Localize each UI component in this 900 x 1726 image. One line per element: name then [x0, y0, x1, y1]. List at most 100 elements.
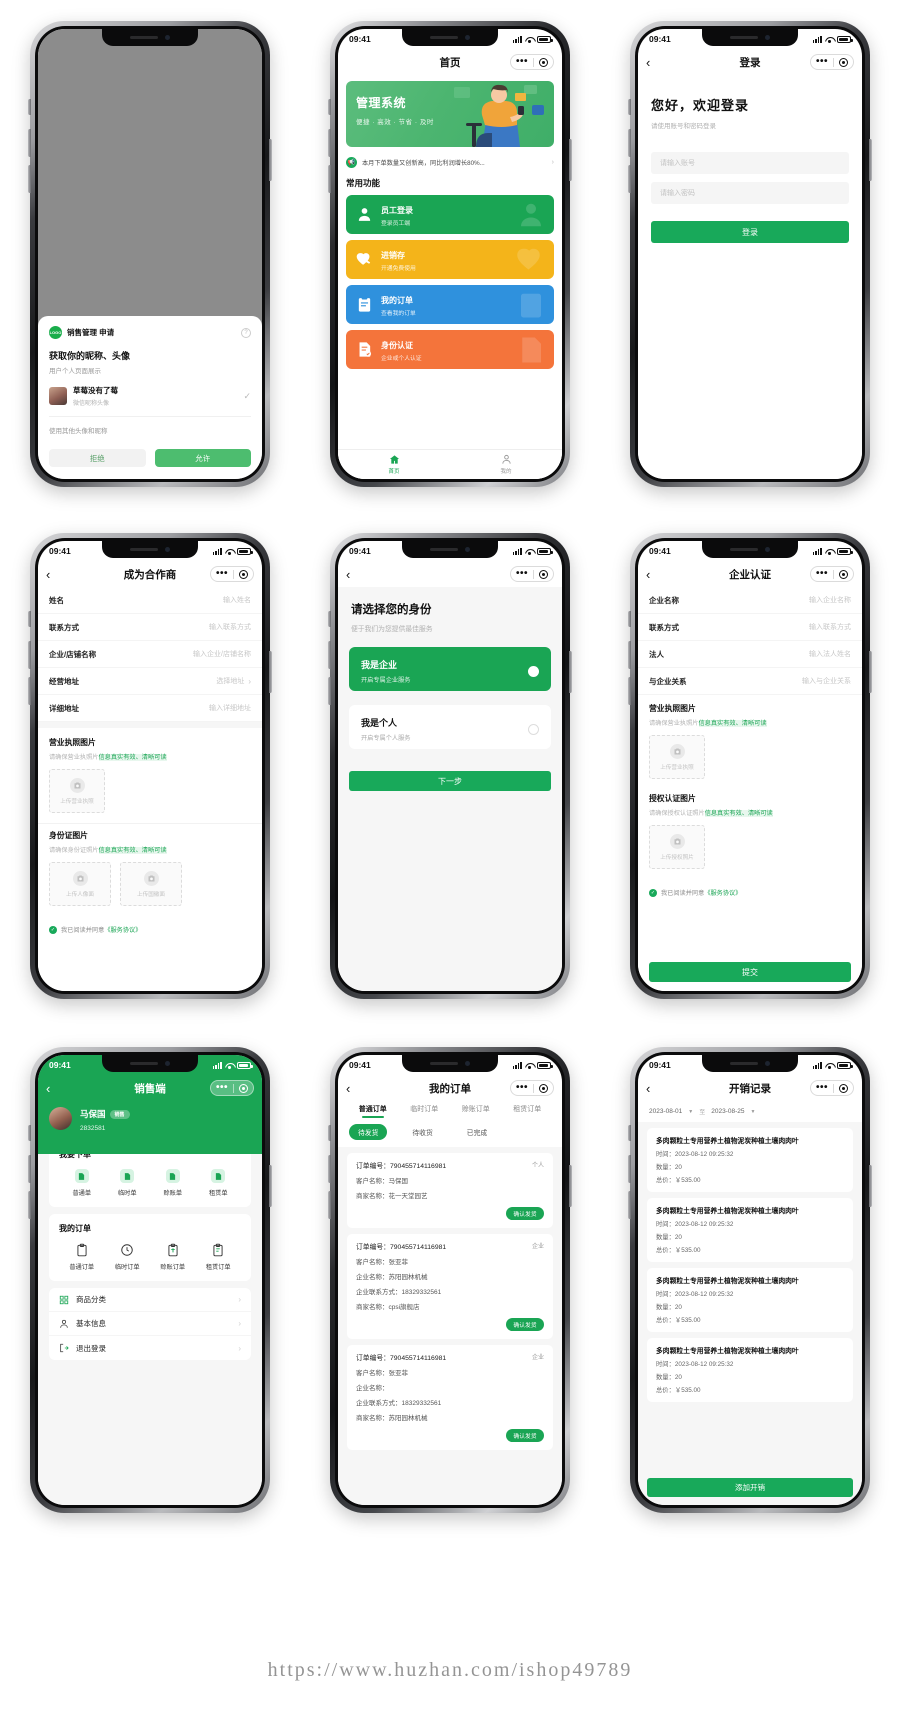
field-row-detail-address[interactable]: 详细地址 输入详细地址: [38, 695, 262, 722]
tab-home[interactable]: 首页: [338, 450, 450, 479]
back-icon[interactable]: ‹: [646, 56, 664, 69]
close-capsule-icon[interactable]: [839, 57, 848, 67]
menu-item-categories[interactable]: 商品分类 ›: [49, 1288, 251, 1312]
order-type-normal[interactable]: 普通单: [59, 1169, 105, 1197]
field-row-name[interactable]: 姓名 输入姓名: [38, 587, 262, 614]
back-icon[interactable]: ‹: [646, 1082, 664, 1095]
add-expense-button[interactable]: 添加开销: [647, 1478, 853, 1497]
wechat-capsule[interactable]: •••: [509, 1080, 554, 1096]
expense-record-card[interactable]: 多肉颗粒土专用营养土植物泥炭种植土壤肉肉叶 时间：2023-08-12 09:2…: [647, 1198, 853, 1262]
my-order-rental[interactable]: 租赁订单: [196, 1243, 242, 1271]
chip-pending-receipt[interactable]: 待收货: [403, 1124, 441, 1140]
more-icon[interactable]: •••: [216, 569, 228, 579]
announcement-bar[interactable]: 📢 本月下单数量又创新高，同比利润增长80%... ›: [346, 154, 554, 170]
back-icon[interactable]: ‹: [646, 568, 664, 581]
my-order-credit[interactable]: 赊账订单: [150, 1243, 196, 1271]
expense-record-card[interactable]: 多肉颗粒土专用营养土植物泥炭种植土壤肉肉叶 时间：2023-08-12 09:2…: [647, 1268, 853, 1332]
radio-unselected-icon[interactable]: [528, 723, 539, 735]
upload-auth-button[interactable]: 上传授权照片: [649, 825, 705, 869]
account-input[interactable]: 请输入账号: [651, 152, 849, 174]
expense-record-card[interactable]: 多肉颗粒土专用营养土植物泥炭种植土壤肉肉叶 时间：2023-08-12 09:2…: [647, 1338, 853, 1402]
field-row-contact[interactable]: 联系方式 输入联系方式: [38, 614, 262, 641]
field-row-relationship[interactable]: 与企业关系 输入与企业关系: [638, 668, 862, 695]
chip-pending-shipment[interactable]: 待发货: [349, 1124, 388, 1140]
order-card[interactable]: 订单编号：790455714116981 个人 客户名称：马保国 商家名称：花一…: [347, 1153, 553, 1228]
radio-selected-icon[interactable]: ✓: [528, 665, 539, 677]
my-order-normal[interactable]: 普通订单: [59, 1243, 105, 1271]
upload-license-button[interactable]: 上传营业执照: [49, 769, 105, 813]
checkbox-checked-icon[interactable]: ✓: [49, 925, 57, 934]
password-input[interactable]: 请输入密码: [651, 182, 849, 204]
feature-card-employee-login[interactable]: 员工登录 登录员工端: [346, 195, 554, 234]
wechat-capsule[interactable]: •••: [809, 566, 854, 582]
more-icon[interactable]: •••: [816, 569, 828, 579]
more-icon[interactable]: •••: [816, 57, 828, 67]
field-row-legal-person[interactable]: 法人 输入法人姓名: [638, 641, 862, 668]
date-from-select[interactable]: 2023-08-01: [649, 1108, 682, 1115]
back-icon[interactable]: ‹: [346, 1082, 364, 1095]
feature-card-verification[interactable]: 身份认证 企业或个人认证: [346, 330, 554, 369]
back-icon[interactable]: ‹: [346, 568, 364, 581]
wechat-capsule[interactable]: •••: [209, 566, 254, 582]
my-order-temporary[interactable]: 临时订单: [105, 1243, 151, 1271]
menu-item-logout[interactable]: 退出登录 ›: [49, 1336, 251, 1360]
hero-banner[interactable]: 管理系统 便捷 · 高效 · 节省 · 及时: [346, 81, 554, 147]
order-card[interactable]: 订单编号：790455714116981 企业 客户名称：张亚菲 企业名称： 企…: [347, 1345, 553, 1450]
field-row-company-name[interactable]: 企业名称 输入企业名称: [638, 587, 862, 614]
close-capsule-icon[interactable]: [239, 569, 248, 579]
checkbox-checked-icon[interactable]: ✓: [649, 888, 657, 897]
expense-record-card[interactable]: 多肉颗粒土专用营养土植物泥炭种植土壤肉肉叶 时间：2023-08-12 09:2…: [647, 1128, 853, 1192]
confirm-shipment-button[interactable]: 确认发货: [506, 1318, 544, 1331]
tab-credit-orders[interactable]: 赊账订单: [450, 1104, 502, 1118]
upload-idcard-front-button[interactable]: 上传人像面: [49, 862, 111, 906]
tab-rental-orders[interactable]: 租赁订单: [502, 1104, 554, 1118]
close-capsule-icon[interactable]: [539, 1083, 548, 1093]
allow-button[interactable]: 允许: [154, 449, 251, 467]
more-icon[interactable]: •••: [516, 57, 528, 67]
order-type-temporary[interactable]: 临时单: [105, 1169, 151, 1197]
close-capsule-icon[interactable]: [239, 1083, 248, 1093]
tab-normal-orders[interactable]: 普通订单: [347, 1104, 399, 1118]
order-type-credit[interactable]: 赊账单: [150, 1169, 196, 1197]
use-other-avatar-link[interactable]: 使用其他头像和昵称: [49, 425, 251, 435]
identity-option-enterprise[interactable]: 我是企业 开启专属企业服务 ✓: [349, 647, 551, 691]
identity-option-personal[interactable]: 我是个人 开启专属个人服务: [349, 705, 551, 749]
field-row-contact[interactable]: 联系方式 输入联系方式: [638, 614, 862, 641]
feature-card-my-orders[interactable]: 我的订单 查看我的订单: [346, 285, 554, 324]
more-icon[interactable]: •••: [816, 1083, 828, 1093]
more-icon[interactable]: •••: [516, 569, 528, 579]
date-to-select[interactable]: 2023-08-25: [711, 1108, 744, 1115]
back-icon[interactable]: ‹: [46, 568, 64, 581]
wechat-capsule[interactable]: •••: [509, 54, 554, 70]
upload-license-button[interactable]: 上传营业执照: [649, 735, 705, 779]
wechat-capsule[interactable]: •••: [809, 1080, 854, 1096]
order-card[interactable]: 订单编号：790455714116981 企业 客户名称：张亚菲 企业名称：苏阳…: [347, 1234, 553, 1339]
agreement-row[interactable]: ✓ 我已阅读并同意《服务协议》: [638, 879, 862, 906]
wechat-capsule[interactable]: •••: [809, 54, 854, 70]
profile-row[interactable]: 马保国 销售 2832581: [38, 1101, 262, 1132]
chip-completed[interactable]: 已完成: [458, 1124, 496, 1140]
submit-button[interactable]: 提交: [649, 962, 851, 982]
more-icon[interactable]: •••: [516, 1083, 528, 1093]
wechat-capsule[interactable]: •••: [509, 566, 554, 582]
more-icon[interactable]: •••: [216, 1083, 228, 1093]
tab-profile[interactable]: 我的: [450, 450, 562, 479]
upload-idcard-back-button[interactable]: 上传国徽面: [120, 862, 182, 906]
help-icon[interactable]: ?: [241, 327, 251, 338]
field-row-business-address[interactable]: 经营地址 选择地址 ›: [38, 668, 262, 695]
reject-button[interactable]: 拒绝: [49, 449, 146, 467]
field-row-shop-name[interactable]: 企业/店铺名称 输入企业/店铺名称: [38, 641, 262, 668]
close-capsule-icon[interactable]: [839, 569, 848, 579]
agreement-row[interactable]: ✓ 我已阅读并同意《服务协议》: [38, 916, 262, 943]
confirm-shipment-button[interactable]: 确认发货: [506, 1429, 544, 1442]
close-capsule-icon[interactable]: [839, 1083, 848, 1093]
close-capsule-icon[interactable]: [539, 57, 548, 67]
login-button[interactable]: 登录: [651, 221, 849, 243]
auth-profile-row[interactable]: 草莓没有了莓 微信昵称头像 ✓: [49, 385, 251, 417]
back-icon[interactable]: ‹: [46, 1082, 64, 1095]
next-step-button[interactable]: 下一步: [349, 771, 551, 791]
menu-item-basic-info[interactable]: 基本信息 ›: [49, 1312, 251, 1336]
close-capsule-icon[interactable]: [539, 569, 548, 579]
tab-temporary-orders[interactable]: 临时订单: [399, 1104, 451, 1118]
wechat-capsule[interactable]: •••: [209, 1080, 254, 1096]
